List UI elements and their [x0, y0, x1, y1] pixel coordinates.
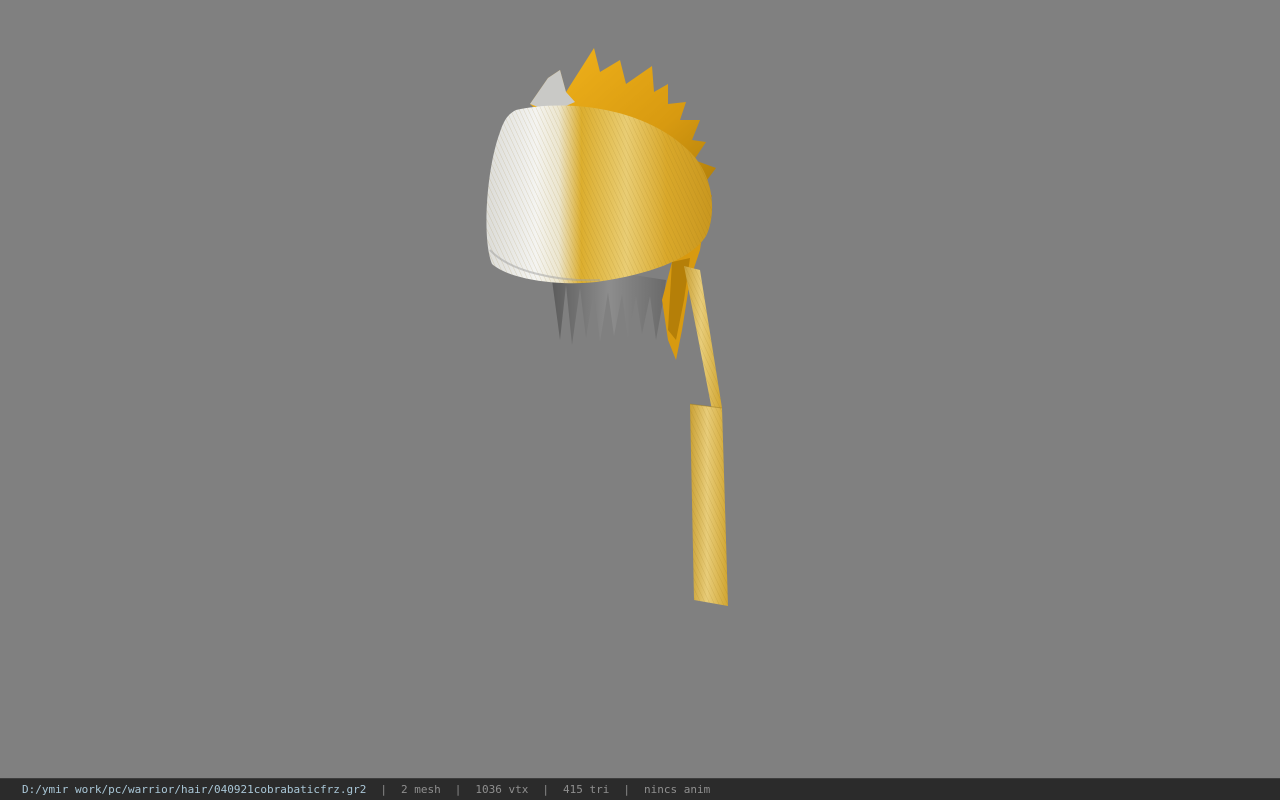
status-separator: |: [542, 783, 549, 796]
status-separator: |: [623, 783, 630, 796]
status-anim: nincs anim: [643, 783, 711, 796]
status-file-path: D:/ymir work/pc/warrior/hair/040921cobra…: [22, 783, 367, 796]
bandana-ribbon-tail: [684, 266, 728, 606]
status-separator: |: [380, 783, 387, 796]
status-bar: D:/ymir work/pc/warrior/hair/040921cobra…: [0, 778, 1280, 800]
status-vertex-count: 1036 vtx: [475, 783, 529, 796]
3d-viewport[interactable]: [0, 0, 1280, 778]
status-triangle-count: 415 tri: [562, 783, 610, 796]
model-render: [486, 48, 728, 606]
status-mesh-count: 2 mesh: [401, 783, 441, 796]
status-separator: |: [454, 783, 462, 796]
